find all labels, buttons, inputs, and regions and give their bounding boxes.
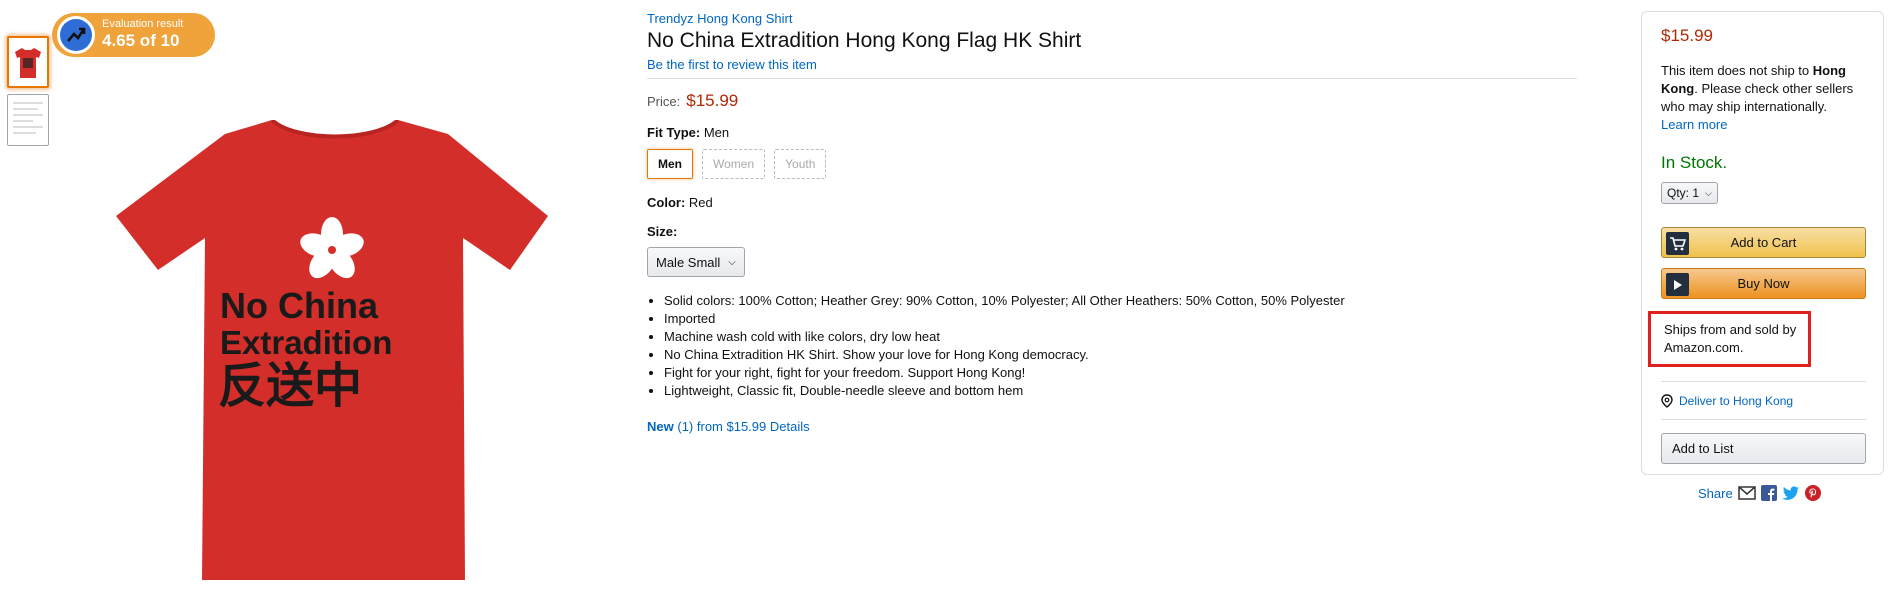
- shirt-text-line2: Extradition: [220, 324, 392, 361]
- buy-box: $15.99 This item does not ship to Hong K…: [1641, 11, 1884, 475]
- add-to-cart-button[interactable]: Add to Cart: [1661, 227, 1866, 258]
- learn-more-link[interactable]: Learn more: [1661, 116, 1865, 134]
- add-to-list-label: Add to List: [1672, 441, 1734, 456]
- buybox-price: $15.99: [1661, 26, 1713, 45]
- ships-from-text: Ships from and sold by Amazon.com.: [1664, 322, 1797, 355]
- offers-from[interactable]: from $15.99: [697, 419, 766, 434]
- color-value: Red: [688, 195, 713, 210]
- fit-type-label: Fit Type:: [647, 125, 701, 140]
- quantity-value: Qty: 1: [1667, 186, 1700, 200]
- fit-type-options: Men Women Youth: [647, 149, 1577, 179]
- share-row: Share: [1698, 485, 1821, 501]
- evaluation-title: Evaluation result: [102, 18, 184, 30]
- facebook-icon[interactable]: [1760, 485, 1777, 501]
- divider: [1661, 419, 1866, 420]
- feature-bullets: Solid colors: 100% Cotton; Heather Grey:…: [647, 292, 1577, 400]
- feature-bullet: Machine wash cold with like colors, dry …: [664, 328, 1577, 346]
- feature-bullet: No China Extradition HK Shirt. Show your…: [664, 346, 1577, 364]
- product-details: Trendyz Hong Kong Shirt No China Extradi…: [647, 11, 1577, 434]
- chevron-down-icon: ⌵: [728, 256, 736, 268]
- fit-option-youth[interactable]: Youth: [774, 149, 827, 179]
- color-row: Color: Red: [647, 195, 1577, 210]
- stock-status: In Stock.: [1661, 153, 1728, 172]
- email-icon[interactable]: [1737, 486, 1756, 500]
- share-label: Share: [1698, 485, 1733, 501]
- deliver-to-text[interactable]: Deliver to Hong Kong: [1679, 394, 1793, 408]
- feature-bullet: Fight for your right, fight for your fre…: [664, 364, 1577, 382]
- shirt-text-line1: No China: [220, 285, 379, 326]
- review-link[interactable]: Be the first to review this item: [647, 57, 1577, 72]
- offers-count[interactable]: (1): [677, 419, 693, 434]
- twitter-icon[interactable]: [1781, 485, 1800, 501]
- quantity-dropdown[interactable]: Qty: 1 ⌵: [1661, 182, 1718, 204]
- shipping-notice: This item does not ship to Hong Kong. Pl…: [1661, 62, 1865, 134]
- color-label: Color:: [647, 195, 686, 210]
- product-image[interactable]: No China Extradition 反送中: [110, 118, 560, 580]
- offers-details-link[interactable]: Details: [770, 419, 810, 434]
- fit-type: Fit Type: Men: [647, 125, 1577, 140]
- size-dropdown[interactable]: Male Small ⌵: [647, 247, 745, 277]
- product-title: No China Extradition Hong Kong Flag HK S…: [647, 29, 1082, 52]
- thumbnail-size-chart[interactable]: [7, 94, 49, 146]
- thumbnail-shirt[interactable]: [7, 36, 49, 88]
- offers-row[interactable]: New (1) from $15.99 Details: [647, 419, 1577, 434]
- shipping-notice-text: This item does not ship to: [1661, 63, 1813, 78]
- evaluation-score: 4.65 of 10: [102, 31, 180, 50]
- add-to-cart-label: Add to Cart: [1730, 235, 1797, 250]
- price-label: Price:: [647, 94, 681, 109]
- shirt-text-line3: 反送中: [218, 358, 362, 414]
- play-icon: [1666, 273, 1689, 296]
- feature-bullet: Lightweight, Classic fit, Double-needle …: [664, 382, 1577, 400]
- offers-new-label[interactable]: New: [647, 419, 674, 434]
- evaluation-badge: Evaluation result 4.65 of 10: [52, 13, 215, 57]
- size-label: Size:: [647, 224, 678, 239]
- divider: [647, 78, 1577, 79]
- add-to-list-button[interactable]: Add to List: [1661, 433, 1866, 464]
- price-row: Price: $15.99: [647, 91, 1577, 111]
- price-value: $15.99: [686, 91, 739, 110]
- ships-from-highlight: Ships from and sold by Amazon.com.: [1648, 311, 1811, 367]
- feature-bullet: Solid colors: 100% Cotton; Heather Grey:…: [664, 292, 1577, 310]
- buy-now-button[interactable]: Buy Now: [1661, 268, 1866, 299]
- fit-option-men[interactable]: Men: [647, 149, 693, 179]
- evaluation-icon: [55, 14, 97, 56]
- brand-link[interactable]: Trendyz Hong Kong Shirt: [647, 11, 1577, 26]
- fit-type-value: Men: [703, 125, 730, 140]
- location-pin-icon: [1661, 394, 1673, 408]
- divider: [1661, 381, 1866, 382]
- buy-now-label: Buy Now: [1737, 276, 1790, 291]
- deliver-to-link[interactable]: Deliver to Hong Kong: [1661, 394, 1865, 408]
- feature-bullet: Imported: [664, 310, 1577, 328]
- fit-option-women[interactable]: Women: [702, 149, 766, 179]
- cart-icon: [1666, 232, 1689, 255]
- thumbnail-list: [7, 36, 49, 152]
- pinterest-icon[interactable]: [1804, 485, 1821, 501]
- size-selected: Male Small: [656, 254, 721, 270]
- chevron-down-icon: ⌵: [1705, 187, 1712, 198]
